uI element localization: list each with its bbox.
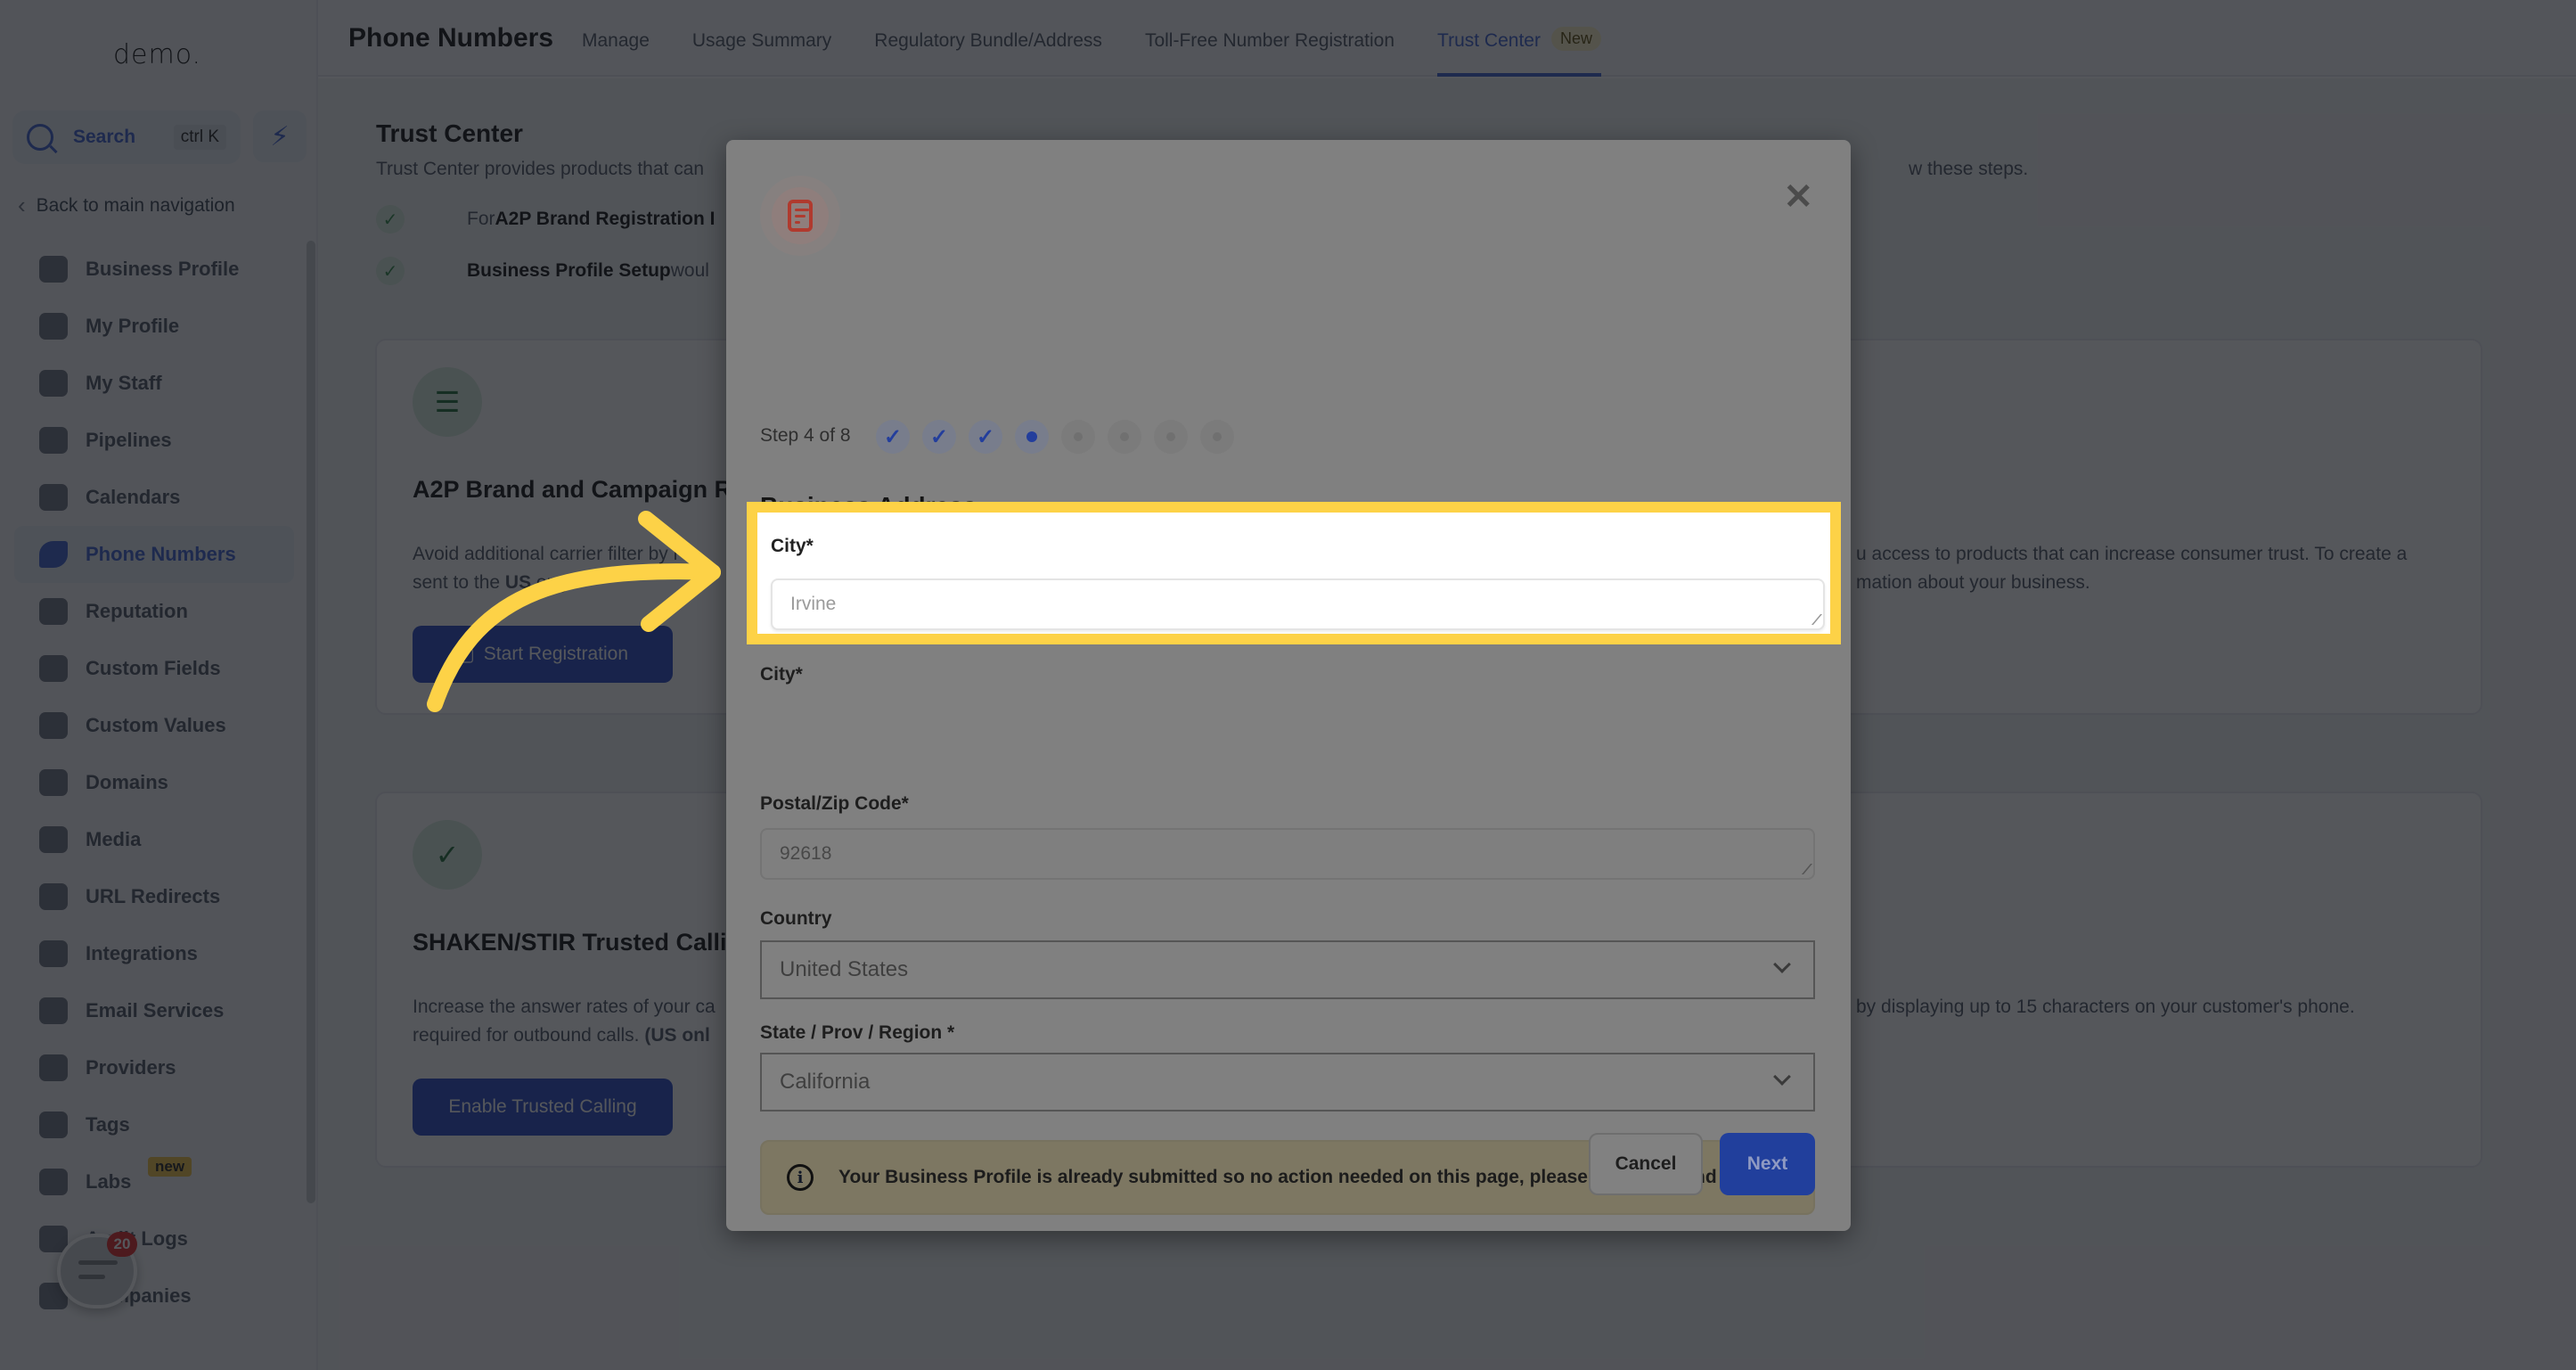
postal-code-label: Postal/Zip Code* [760, 793, 909, 814]
document-icon [788, 200, 813, 232]
state-label: State / Prov / Region * [760, 1022, 955, 1043]
city-field-highlight: City* Irvine [747, 502, 1841, 644]
country-label: Country [760, 908, 832, 929]
business-address-modal: ✕ Step 4 of 8 ✓✓✓ Business Address Stree… [726, 140, 1851, 1231]
step-dot-completed: ✓ [969, 420, 1002, 454]
close-icon[interactable]: ✕ [1783, 179, 1813, 215]
city-label: City* [771, 536, 814, 556]
step-counter: Step 4 of 8 [760, 425, 851, 446]
modal-icon [760, 176, 840, 256]
step-dot-completed: ✓ [876, 420, 910, 454]
step-dot-pending [1061, 420, 1095, 454]
modal-icon-inner [772, 187, 829, 244]
chevron-down-icon [1773, 1068, 1791, 1086]
step-dot-pending [1108, 420, 1141, 454]
step-dot-current [1015, 420, 1049, 454]
step-dot-pending [1200, 420, 1234, 454]
arrow-curve [427, 563, 721, 712]
state-select[interactable]: California [760, 1053, 1815, 1112]
next-button[interactable]: Next [1720, 1133, 1815, 1195]
postal-code-value: 92618 [780, 843, 832, 864]
chevron-down-icon [1773, 956, 1791, 973]
state-value: California [780, 1070, 871, 1094]
step-dot-pending [1154, 420, 1188, 454]
info-icon: i [787, 1164, 814, 1191]
country-select[interactable]: United States [760, 940, 1815, 999]
city-value: Irvine [790, 594, 837, 614]
step-dot-completed: ✓ [922, 420, 956, 454]
city-input[interactable]: Irvine [771, 578, 1825, 630]
city-label-underlay: City* [760, 664, 803, 685]
annotation-arrow [427, 511, 721, 712]
cancel-button[interactable]: Cancel [1589, 1133, 1703, 1195]
postal-code-input[interactable]: 92618 [760, 828, 1815, 880]
step-indicator: ✓ ✓ ✓ [876, 420, 1234, 454]
country-value: United States [780, 957, 909, 981]
